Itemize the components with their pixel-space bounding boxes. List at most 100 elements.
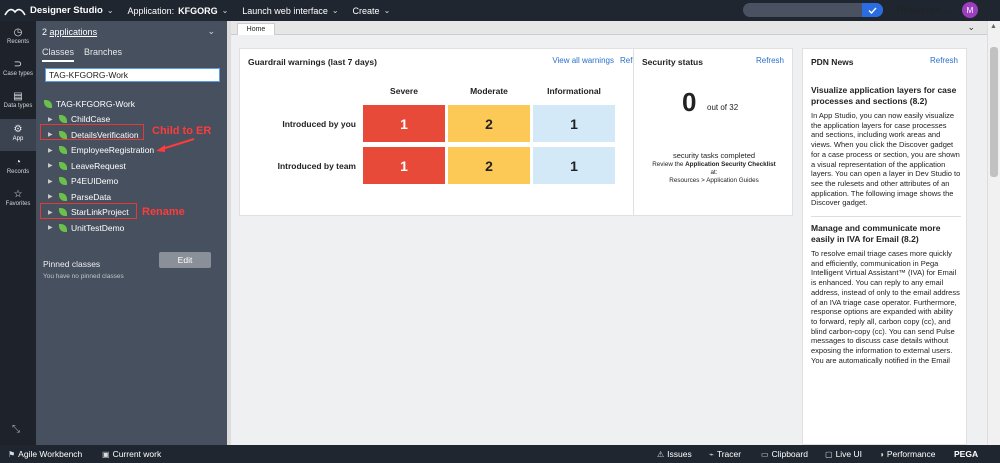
tree-root[interactable]: TAG-KFGORG-Work <box>44 96 224 112</box>
tab-classes[interactable]: Classes <box>42 47 75 62</box>
tracer-button[interactable]: ⌁ Tracer <box>709 449 741 459</box>
annotation-rename: Rename <box>142 206 185 218</box>
scrollbar-thumb[interactable] <box>990 47 998 177</box>
app-name[interactable]: Designer Studio <box>30 5 103 16</box>
rail-item-data-types[interactable]: ▤ Data types <box>0 91 36 109</box>
rail-item-recents[interactable]: ◷ Recents <box>0 27 36 45</box>
leaf-icon <box>59 146 67 155</box>
pega-logo-icon[interactable] <box>0 0 30 21</box>
chevron-down-icon[interactable]: ⌄ <box>107 6 114 15</box>
expand-arrow-icon[interactable]: ▶ <box>48 116 56 123</box>
agile-workbench-button[interactable]: ⚑ Agile Workbench <box>8 449 82 459</box>
expand-arrow-icon[interactable]: ▶ <box>48 178 56 185</box>
row-introduced-by-you: Introduced by you <box>282 119 356 129</box>
article-title[interactable]: Manage and communicate more easily in IV… <box>811 223 961 245</box>
security-count: 0 <box>682 87 697 117</box>
highlight-box-detailsverification <box>40 124 144 140</box>
issues-button[interactable]: ⚠ Issues <box>657 449 692 459</box>
app-explorer: 2 applications ⌄ Classes Branches TAG-KF… <box>36 21 227 445</box>
pinned-empty-text: You have no pinned classes <box>43 273 124 280</box>
cell-team-moderate[interactable]: 2 <box>448 147 530 184</box>
performance-button[interactable]: ◑ Performance <box>879 449 936 459</box>
chevron-down-icon[interactable]: ⌄ <box>207 26 215 37</box>
application-label[interactable]: Application: <box>128 6 175 16</box>
rail-item-case-types[interactable]: ⊃ Case types <box>0 59 36 77</box>
col-severe: Severe <box>390 86 418 96</box>
clipboard-icon: ▭ <box>761 449 769 459</box>
collapse-icon[interactable]: ⤡ <box>12 424 20 435</box>
leaf-icon <box>44 99 52 108</box>
cell-team-severe[interactable]: 1 <box>363 147 445 184</box>
security-review-text: Review the Application Security Checklis… <box>652 161 776 184</box>
vertical-scrollbar[interactable]: ▲ <box>987 21 1000 445</box>
annotation-arrow-icon <box>156 138 195 152</box>
expand-arrow-icon[interactable]: ▶ <box>48 147 56 154</box>
launch-web-interface-menu[interactable]: Launch web interface <box>242 6 328 16</box>
security-title: Security status <box>642 57 703 67</box>
rail-item-app[interactable]: ⚙ App <box>0 119 36 151</box>
clock-icon: ◷ <box>13 27 23 38</box>
leaf-icon <box>59 223 67 232</box>
cell-you-informational[interactable]: 1 <box>533 105 615 142</box>
cell-you-moderate[interactable]: 2 <box>448 105 530 142</box>
tab-menu-icon[interactable]: ⌄ <box>967 22 975 33</box>
pdn-body: Visualize application layers for case pr… <box>811 85 961 373</box>
leaf-icon <box>59 192 67 201</box>
pdn-refresh-link[interactable]: Refresh <box>930 56 958 65</box>
star-icon: ☆ <box>13 189 23 200</box>
create-menu[interactable]: Create <box>353 6 380 16</box>
cell-you-severe[interactable]: 1 <box>363 105 445 142</box>
pega-label: PEGA <box>954 449 979 459</box>
records-icon: ◔ <box>14 157 22 168</box>
resources-menu[interactable]: Resources ⌄ <box>897 5 950 16</box>
chevron-down-icon[interactable]: ⌄ <box>222 6 229 15</box>
col-moderate: Moderate <box>470 86 508 96</box>
cell-team-informational[interactable]: 1 <box>533 147 615 184</box>
tab-strip: Home ⌄ <box>231 21 987 35</box>
tree-item-label: EmployeeRegistration <box>71 145 155 156</box>
view-all-warnings-link[interactable]: View all warnings <box>552 56 614 65</box>
case-types-icon: ⊃ <box>13 59 23 70</box>
expand-arrow-icon[interactable]: ▶ <box>48 162 56 169</box>
security-checklist-link[interactable]: Application Security Checklist <box>685 161 776 168</box>
edit-button[interactable]: Edit <box>159 252 211 268</box>
tab-branches[interactable]: Branches <box>84 47 122 62</box>
tree-item-label: P4EUIDemo <box>71 176 119 187</box>
leaf-icon <box>59 161 67 170</box>
performance-icon: ◑ <box>879 449 884 459</box>
rail-item-favorites[interactable]: ☆ Favorites <box>0 189 36 207</box>
explorer-header: 2 applications <box>42 27 97 37</box>
security-out-of: out of 32 <box>707 103 739 112</box>
leaf-icon <box>59 177 67 186</box>
status-bar: ⚑ Agile Workbench ▣ Current work ⚠ Issues ⌁… <box>0 445 1000 463</box>
tracer-icon: ⌁ <box>709 449 714 459</box>
security-refresh-link[interactable]: Refresh <box>756 56 784 65</box>
tree-item-p4euidemo[interactable]: ▶ P4EUIDemo <box>44 174 224 190</box>
chevron-down-icon[interactable]: ⌄ <box>384 6 391 15</box>
article-title[interactable]: Visualize application layers for case pr… <box>811 85 961 107</box>
rail-item-records[interactable]: ◔ Records <box>0 157 36 175</box>
current-work-icon: ▣ <box>102 449 110 459</box>
clipboard-button[interactable]: ▭ Clipboard <box>761 449 808 459</box>
class-filter-input[interactable]: TAG-KFGORG-Work <box>45 68 220 82</box>
applications-link[interactable]: applications <box>50 27 98 37</box>
chevron-down-icon[interactable]: ⌄ <box>332 6 339 15</box>
issues-icon: ⚠ <box>657 449 665 459</box>
workbench-icon: ⚑ <box>8 449 16 459</box>
application-value[interactable]: KFGORG <box>178 6 218 16</box>
expand-arrow-icon[interactable]: ▶ <box>48 224 56 231</box>
live-ui-icon: ▢ <box>825 449 833 459</box>
tree-item-unittestdemo[interactable]: ▶ UnitTestDemo <box>44 220 224 236</box>
current-work-button[interactable]: ▣ Current work <box>102 449 161 459</box>
tree-item-leaverequest[interactable]: ▶ LeaveRequest <box>44 158 224 174</box>
avatar[interactable]: M <box>962 2 978 18</box>
explorer-tabs: Classes Branches <box>42 47 122 62</box>
tab-home[interactable]: Home <box>237 23 275 35</box>
scroll-up-icon[interactable]: ▲ <box>990 23 997 30</box>
col-informational: Informational <box>547 86 601 96</box>
search-button[interactable] <box>862 3 883 17</box>
live-ui-button[interactable]: ▢ Live UI <box>825 449 862 459</box>
expand-arrow-icon[interactable]: ▶ <box>48 193 56 200</box>
main-area: Home ⌄ Guardrail warnings (last 7 days) … <box>231 21 987 445</box>
article-body: In App Studio, you can now easily visual… <box>811 111 961 208</box>
